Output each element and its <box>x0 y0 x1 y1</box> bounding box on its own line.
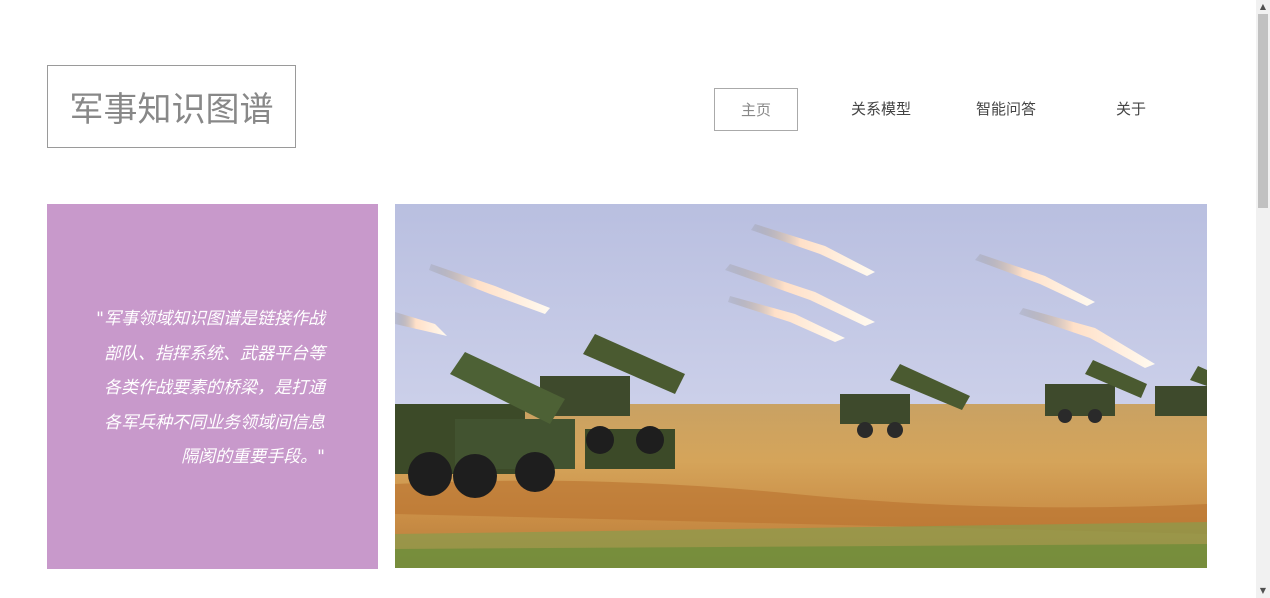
quote-panel: "军事领域知识图谱是链接作战 部队、指挥系统、武器平台等 各类作战要素的桥梁，是… <box>47 204 378 569</box>
quote-line: "军事领域知识图谱是链接作战 <box>96 309 325 329</box>
quote-line: 部队、指挥系统、武器平台等 <box>104 343 325 364</box>
quote-line: 隔阂的重要手段。" <box>181 447 325 467</box>
site-logo[interactable]: 军事知识图谱 <box>47 65 296 148</box>
hero-image <box>395 204 1207 568</box>
nav-item-qa[interactable]: 智能问答 <box>963 88 1049 131</box>
scroll-up-arrow-icon[interactable]: ▲ <box>1256 0 1270 14</box>
rocket-launchers-photo <box>395 204 1207 568</box>
vertical-scrollbar[interactable]: ▲ ▼ <box>1256 0 1270 598</box>
logo-text: 军事知识图谱 <box>69 90 274 130</box>
quote-line: 各类作战要素的桥梁，是打通 <box>104 378 325 398</box>
quote-line: 各军兵种不同业务领域间信息 <box>104 412 325 433</box>
nav-item-relation-model[interactable]: 关系模型 <box>838 88 924 131</box>
scroll-thumb[interactable] <box>1258 14 1268 208</box>
nav-item-home[interactable]: 主页 <box>714 88 798 131</box>
quote-text: "军事领域知识图谱是链接作战 部队、指挥系统、武器平台等 各类作战要素的桥梁，是… <box>95 302 325 475</box>
scroll-down-arrow-icon[interactable]: ▼ <box>1256 584 1270 598</box>
nav-item-about[interactable]: 关于 <box>1088 88 1174 131</box>
